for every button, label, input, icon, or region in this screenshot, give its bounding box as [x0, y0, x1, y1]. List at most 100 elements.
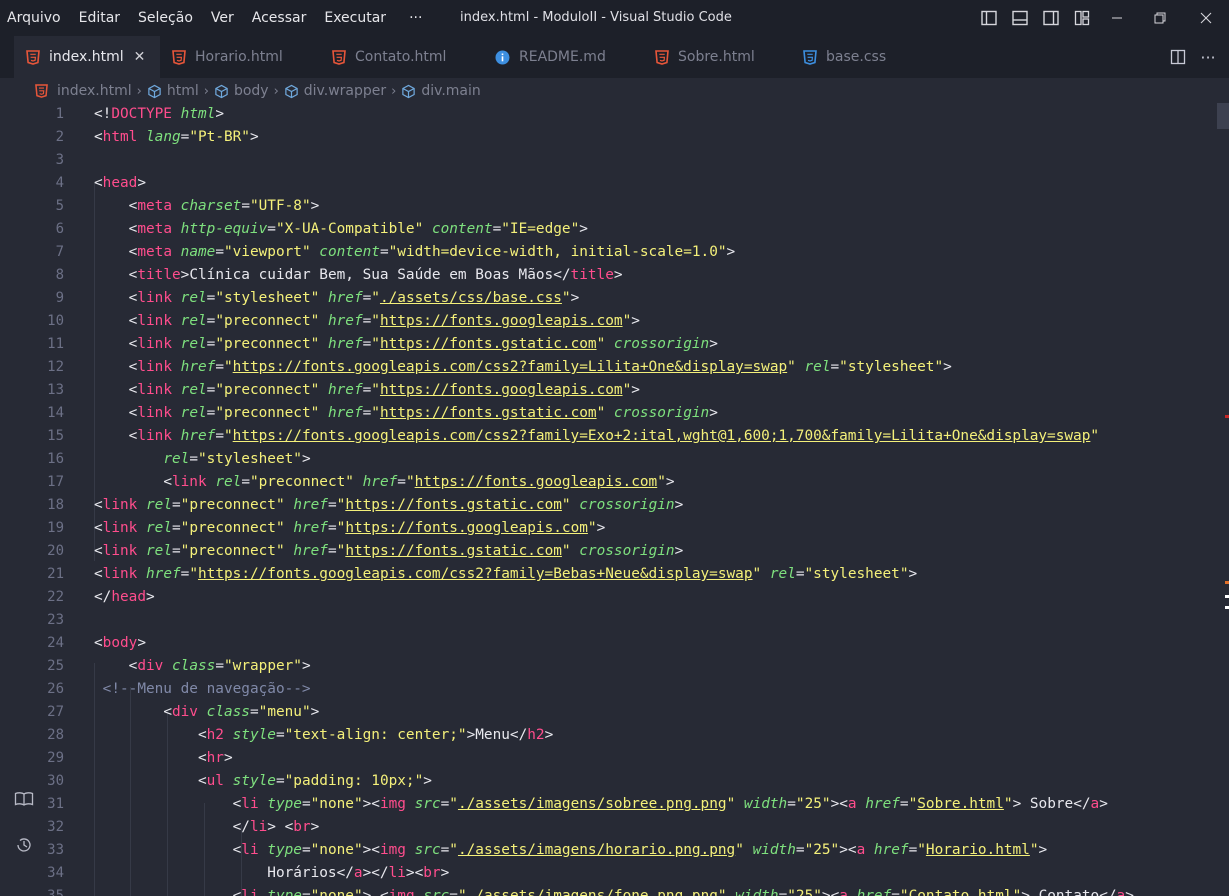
code-line[interactable]: 35 <li type="none"> <img src="./assets/i…	[0, 885, 1217, 896]
book-icon[interactable]	[13, 788, 35, 810]
breadcrumb-file[interactable]: index.html	[35, 83, 132, 99]
scrollbar-thumb[interactable]	[1217, 103, 1229, 129]
code-line[interactable]: 20 <link rel="preconnect" href="https://f…	[0, 540, 1217, 563]
tab-contato-html[interactable]: Contato.html	[332, 36, 446, 78]
menu-arquivo[interactable]: Arquivo	[0, 0, 70, 36]
code-line[interactable]: 13 <link rel="preconnect" href="https://…	[0, 379, 1217, 402]
code-line[interactable]: 10 <link rel="preconnect" href="https://…	[0, 310, 1217, 333]
code-line[interactable]: 1 <!DOCTYPE html>	[0, 103, 1217, 126]
code-token: div	[137, 658, 164, 674]
code-token: =	[362, 405, 372, 421]
code-token: "preconnect"	[215, 313, 320, 329]
code-token: href	[293, 497, 328, 513]
symbol-element-icon	[214, 84, 229, 99]
code-token: =	[275, 773, 285, 789]
restore-icon[interactable]	[1137, 0, 1183, 36]
menu-executar[interactable]: Executar	[315, 0, 395, 36]
code-token: >	[1021, 888, 1030, 896]
code-line[interactable]: 16 rel="stylesheet">	[0, 448, 1217, 471]
line-number: 9	[55, 290, 64, 306]
toggle-secondary-sidebar-icon[interactable]	[1035, 0, 1066, 36]
code-token: <	[197, 750, 207, 766]
code-line[interactable]: 24 <body>	[0, 632, 1217, 655]
menu-acessar[interactable]: Acessar	[243, 0, 316, 36]
code-line[interactable]: 11 <link rel="preconnect" href="https://…	[0, 333, 1217, 356]
code-line[interactable]: 7 <meta name="viewport" content="width=d…	[0, 241, 1217, 264]
menu-selecao[interactable]: Seleção	[129, 0, 202, 36]
breadcrumb-body[interactable]: body	[214, 83, 269, 99]
code-line[interactable]: 28 <h2 style="text-align: center;">Menu<…	[0, 724, 1217, 747]
code-token: "	[1003, 796, 1013, 812]
minimize-icon[interactable]	[1097, 0, 1137, 36]
line-number: 27	[47, 704, 64, 720]
code-line[interactable]: 6 <meta http-equiv="X-UA-Compatible" con…	[0, 218, 1217, 241]
code-token: "25"	[795, 796, 831, 812]
code-token: "preconnect"	[180, 497, 285, 513]
code-token: <	[94, 129, 103, 145]
tab-index-html[interactable]: index.html ✕	[14, 36, 160, 78]
code-line[interactable]: 3	[0, 149, 1217, 172]
close-window-icon[interactable]	[1183, 0, 1229, 36]
code-line[interactable]: 9 <link rel="stylesheet" href="./assets/…	[0, 287, 1217, 310]
menu-ver[interactable]: Ver	[202, 0, 243, 36]
code-line[interactable]: 15 <link href="https://fonts.googleapis.…	[0, 425, 1217, 448]
more-actions-icon[interactable]: ···	[1193, 48, 1223, 67]
breadcrumb-html[interactable]: html	[147, 83, 199, 99]
code-line[interactable]: 33 <li type="none"><img src="./assets/im…	[0, 839, 1217, 862]
code-token: ./assets/imagens/sobree.png.png	[457, 796, 727, 812]
history-icon[interactable]	[13, 834, 35, 856]
code-token: <!--Menu de navegação-->	[94, 681, 311, 697]
toggle-primary-sidebar-icon[interactable]	[973, 0, 1004, 36]
tab-base-css[interactable]: base.css	[803, 36, 886, 78]
code-line[interactable]: 5 <meta charset="UTF-8">	[0, 195, 1217, 218]
code-line[interactable]: 14 <link rel="preconnect" href="https://…	[0, 402, 1217, 425]
line-number: 13	[47, 382, 64, 398]
code-line[interactable]: 4 <head>	[0, 172, 1217, 195]
code-line[interactable]: 18 <link rel="preconnect" href="https://f…	[0, 494, 1217, 517]
code-token: https://fonts.googleapis.com	[345, 520, 588, 536]
code-line[interactable]: 29 <hr>	[0, 747, 1217, 770]
code-line[interactable]: 34 Horários</a></li><br>	[0, 862, 1217, 885]
toggle-panel-icon[interactable]	[1004, 0, 1035, 36]
code-line[interactable]: 32 </li> <br>	[0, 816, 1217, 839]
code-line[interactable]: 23	[0, 609, 1217, 632]
tab-horario-html[interactable]: Horario.html	[172, 36, 283, 78]
tab-readme-md[interactable]: README.md	[495, 36, 606, 78]
code-line[interactable]: 8 <title>Clínica cuidar Bem, Sua Saúde e…	[0, 264, 1217, 287]
code-line[interactable]: 26 <!--Menu de navegação-->	[0, 678, 1217, 701]
close-tab-icon[interactable]: ✕	[134, 49, 146, 65]
code-line[interactable]: 12 <link href="https://fonts.googleapis.…	[0, 356, 1217, 379]
code-line[interactable]: 17 <link rel="preconnect" href="https://…	[0, 471, 1217, 494]
code-line[interactable]: 19 <link rel="preconnect" href="https://f…	[0, 517, 1217, 540]
menu-more[interactable]: ···	[395, 0, 431, 36]
code-line[interactable]: 30 <ul style="padding: 10px;">	[0, 770, 1217, 793]
breadcrumb-label: html	[166, 83, 199, 99]
code-editor[interactable]: 1 <!DOCTYPE html> 2 <html lang="Pt-BR"> 3 4 <h…	[0, 103, 1217, 896]
code-line[interactable]: 31 <li type="none"><img src="./assets/im…	[0, 793, 1217, 816]
breadcrumb-div-main[interactable]: div.main	[401, 83, 481, 99]
vertical-scrollbar[interactable]	[1217, 103, 1229, 896]
tab-sobre-html[interactable]: Sobre.html	[655, 36, 755, 78]
line-number: 14	[47, 405, 64, 421]
code-line[interactable]: 25 <div class="wrapper">	[0, 655, 1217, 678]
code-token: >	[631, 313, 640, 329]
customize-layout-icon[interactable]	[1066, 0, 1097, 36]
code-line[interactable]: 2 <html lang="Pt-BR">	[0, 126, 1217, 149]
code-token: rel	[163, 451, 190, 467]
code-line[interactable]: 27 <div class="menu">	[0, 701, 1217, 724]
code-token: "	[223, 428, 233, 444]
code-token: >	[301, 658, 311, 674]
code-token: "	[405, 474, 415, 490]
split-editor-icon[interactable]	[1163, 49, 1193, 65]
breadcrumb-div-wrapper[interactable]: div.wrapper	[284, 83, 386, 99]
code-line[interactable]: 22 </head>	[0, 586, 1217, 609]
code-token: >	[674, 543, 684, 559]
menu-editar[interactable]: Editar	[70, 0, 129, 36]
code-line[interactable]: 21 <link href = "https://fonts.googleapis.c…	[0, 563, 1217, 586]
code-text: <li type="none"><img src="./assets/image…	[94, 839, 1048, 862]
